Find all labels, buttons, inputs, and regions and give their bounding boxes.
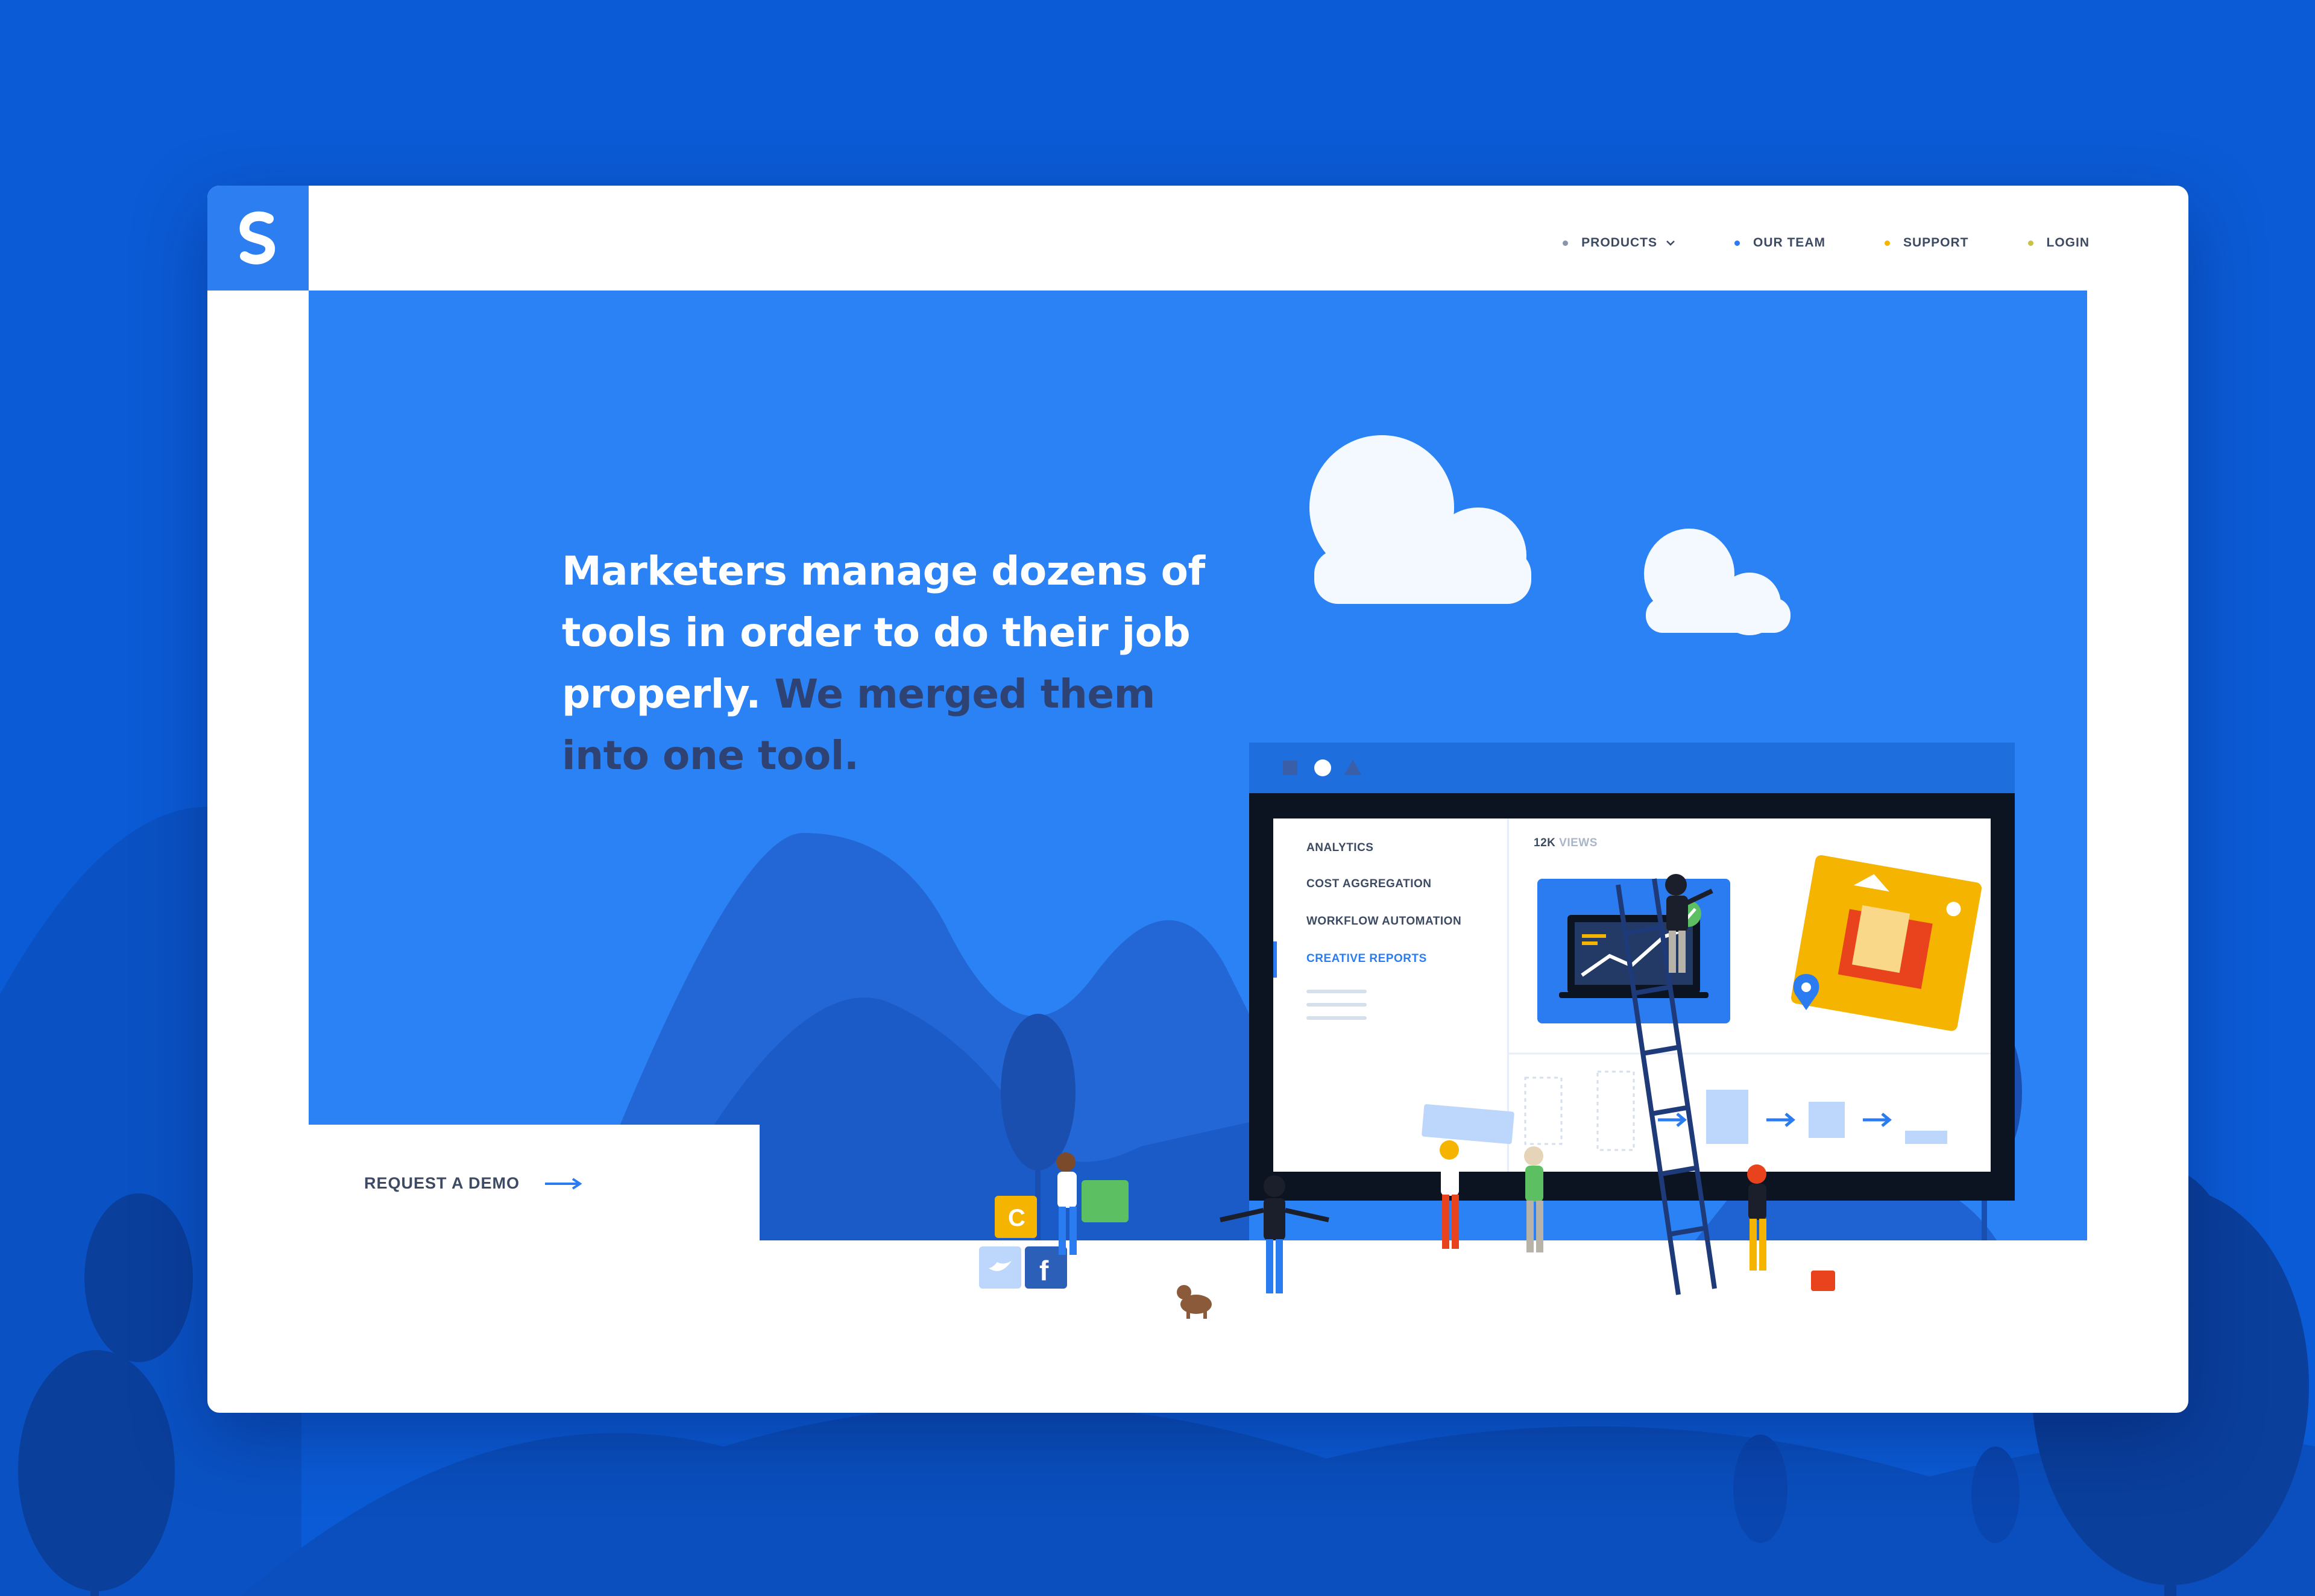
person-on-ladder-icon — [1665, 874, 1713, 973]
green-block-icon — [1082, 1180, 1129, 1222]
person-carrying-icon — [1056, 1152, 1077, 1255]
person-with-bag-icon — [1747, 1164, 1835, 1291]
person-reaching-icon — [1524, 1146, 1543, 1252]
svg-text:C: C — [1008, 1205, 1025, 1231]
svg-text:f: f — [1039, 1255, 1049, 1286]
people-illustration: C f — [979, 874, 1835, 1319]
ladder-icon — [1616, 878, 1717, 1295]
shopping-bag-icon — [1811, 1271, 1835, 1291]
website-card: PRODUCTS OUR TEAM SUPPORT LOGIN Marketer… — [207, 186, 2188, 1413]
social-blocks: C f — [979, 1180, 1129, 1289]
carried-panel-icon — [1422, 1104, 1514, 1145]
person-arms-out-icon — [1220, 1175, 1329, 1293]
dog-icon — [1177, 1285, 1212, 1319]
person-lifting-icon — [1440, 1140, 1459, 1249]
